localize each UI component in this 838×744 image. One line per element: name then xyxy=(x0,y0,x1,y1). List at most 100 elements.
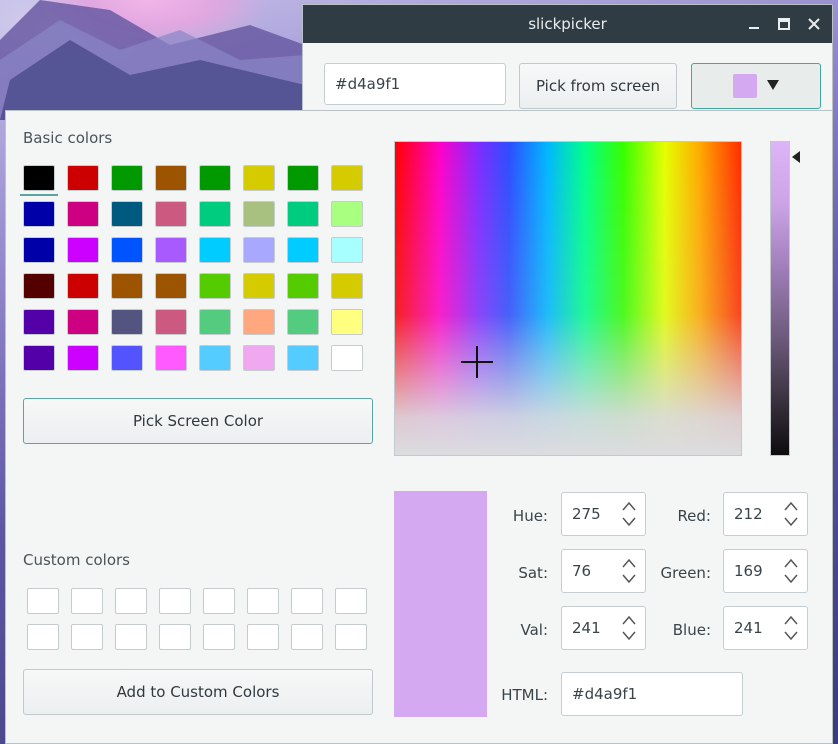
custom-color-swatch[interactable] xyxy=(291,588,323,614)
custom-color-swatch[interactable] xyxy=(27,588,59,614)
basic-color-swatch[interactable] xyxy=(111,273,143,299)
basic-color-swatch[interactable] xyxy=(199,201,231,227)
custom-color-swatch[interactable] xyxy=(71,588,103,614)
basic-color-swatch[interactable] xyxy=(199,345,231,371)
basic-color-swatch[interactable] xyxy=(155,309,187,335)
luminance-slider[interactable] xyxy=(770,141,790,456)
basic-color-swatch[interactable] xyxy=(331,201,363,227)
basic-color-swatch[interactable] xyxy=(20,165,58,196)
basic-color-swatch[interactable] xyxy=(243,273,275,299)
basic-color-swatch[interactable] xyxy=(155,165,187,191)
basic-color-swatch[interactable] xyxy=(155,237,187,263)
basic-color-swatch[interactable] xyxy=(287,165,319,191)
pick-screen-color-button[interactable]: Pick Screen Color xyxy=(23,398,373,444)
basic-color-swatch[interactable] xyxy=(199,309,231,335)
blue-spinbox[interactable]: 241 xyxy=(723,606,808,650)
window-title: slickpicker xyxy=(528,15,607,33)
sat-spinbox[interactable]: 76 xyxy=(561,549,646,593)
custom-color-swatch[interactable] xyxy=(203,588,235,614)
hue-spinbox[interactable]: 275 xyxy=(561,492,646,536)
basic-color-swatch[interactable] xyxy=(111,309,143,335)
spin-arrows-icon[interactable] xyxy=(621,613,637,643)
custom-color-swatch[interactable] xyxy=(27,624,59,650)
hue-value: 275 xyxy=(572,505,601,523)
green-value: 169 xyxy=(734,562,763,580)
custom-color-swatch[interactable] xyxy=(115,624,147,650)
html-input[interactable]: #d4a9f1 xyxy=(561,672,743,716)
maximize-icon[interactable] xyxy=(776,16,792,32)
basic-color-swatch[interactable] xyxy=(155,201,187,227)
hue-saturation-spectrum[interactable] xyxy=(394,141,742,456)
basic-color-swatch[interactable] xyxy=(287,345,319,371)
custom-color-swatch[interactable] xyxy=(335,624,367,650)
custom-color-swatch[interactable] xyxy=(247,624,279,650)
custom-color-swatch[interactable] xyxy=(159,624,191,650)
basic-color-swatch[interactable] xyxy=(111,201,143,227)
spin-arrows-icon[interactable] xyxy=(783,499,799,529)
basic-color-swatch[interactable] xyxy=(243,165,275,191)
basic-color-swatch[interactable] xyxy=(155,345,187,371)
basic-color-swatch[interactable] xyxy=(199,273,231,299)
red-value: 212 xyxy=(734,505,763,523)
basic-color-swatch[interactable] xyxy=(111,237,143,263)
basic-color-swatch[interactable] xyxy=(331,309,363,335)
custom-color-swatch[interactable] xyxy=(159,588,191,614)
basic-color-swatch[interactable] xyxy=(331,345,363,371)
basic-color-swatch[interactable] xyxy=(67,237,99,263)
basic-color-swatch[interactable] xyxy=(67,201,99,227)
red-spinbox[interactable]: 212 xyxy=(723,492,808,536)
basic-color-swatch[interactable] xyxy=(243,237,275,263)
basic-color-swatch[interactable] xyxy=(23,345,55,371)
basic-color-swatch[interactable] xyxy=(67,309,99,335)
basic-color-swatch[interactable] xyxy=(331,165,363,191)
close-icon[interactable] xyxy=(806,16,822,32)
custom-color-swatch[interactable] xyxy=(203,624,235,650)
basic-color-swatch[interactable] xyxy=(23,201,55,227)
basic-color-swatch[interactable] xyxy=(67,345,99,371)
spin-arrows-icon[interactable] xyxy=(621,499,637,529)
basic-color-swatch[interactable] xyxy=(243,345,275,371)
basic-color-swatch[interactable] xyxy=(199,165,231,191)
val-spinbox[interactable]: 241 xyxy=(561,606,646,650)
minimize-icon[interactable] xyxy=(746,16,762,32)
color-dropdown-button[interactable] xyxy=(691,63,821,109)
basic-color-swatch[interactable] xyxy=(331,237,363,263)
spin-arrows-icon[interactable] xyxy=(783,613,799,643)
basic-color-swatch[interactable] xyxy=(67,165,99,191)
basic-color-swatch[interactable] xyxy=(287,309,319,335)
basic-color-swatch[interactable] xyxy=(23,237,55,263)
custom-color-swatch[interactable] xyxy=(335,588,367,614)
red-label: Red: xyxy=(677,507,711,525)
sat-label: Sat: xyxy=(518,564,548,582)
spin-arrows-icon[interactable] xyxy=(783,556,799,586)
custom-color-swatch[interactable] xyxy=(115,588,147,614)
custom-colors-label: Custom colors xyxy=(23,551,130,569)
basic-color-swatch[interactable] xyxy=(243,309,275,335)
crosshair-icon[interactable] xyxy=(461,346,493,378)
basic-color-swatch[interactable] xyxy=(243,201,275,227)
green-spinbox[interactable]: 169 xyxy=(723,549,808,593)
basic-colors-label: Basic colors xyxy=(23,129,113,147)
basic-color-swatch[interactable] xyxy=(287,237,319,263)
basic-color-swatch[interactable] xyxy=(199,237,231,263)
pick-from-screen-button[interactable]: Pick from screen xyxy=(519,63,677,109)
spin-arrows-icon[interactable] xyxy=(621,556,637,586)
triangle-down-icon xyxy=(767,78,779,94)
basic-color-swatch[interactable] xyxy=(23,273,55,299)
basic-color-swatch[interactable] xyxy=(111,345,143,371)
html-value: #d4a9f1 xyxy=(572,685,638,703)
basic-color-swatch[interactable] xyxy=(331,273,363,299)
add-to-custom-colors-button[interactable]: Add to Custom Colors xyxy=(23,669,373,715)
hue-label: Hue: xyxy=(512,507,548,525)
basic-color-swatch[interactable] xyxy=(287,273,319,299)
basic-color-swatch[interactable] xyxy=(67,273,99,299)
basic-color-swatch[interactable] xyxy=(155,273,187,299)
basic-color-swatch[interactable] xyxy=(23,309,55,335)
custom-color-swatch[interactable] xyxy=(247,588,279,614)
basic-color-swatch[interactable] xyxy=(287,201,319,227)
basic-color-swatch[interactable] xyxy=(111,165,143,191)
custom-color-swatch[interactable] xyxy=(291,624,323,650)
luminance-arrow-icon[interactable] xyxy=(792,151,800,163)
custom-color-swatch[interactable] xyxy=(71,624,103,650)
hex-color-input[interactable] xyxy=(324,63,506,105)
